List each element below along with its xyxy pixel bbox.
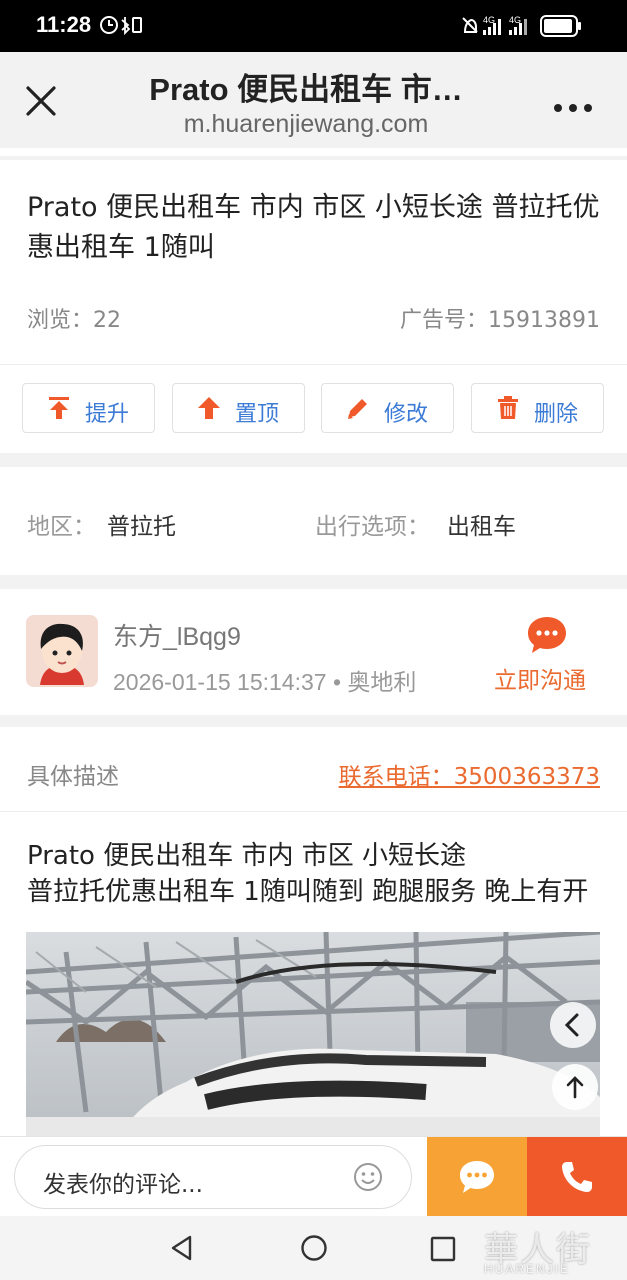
more-options-button[interactable] — [553, 98, 593, 112]
promote-button[interactable]: 提升 — [22, 383, 155, 433]
close-icon — [26, 86, 56, 116]
views-count: 浏览：22 — [27, 302, 121, 334]
signal-battery-icons: 4G 4G — [462, 15, 581, 37]
chat-bubble-icon — [528, 617, 566, 653]
contact-phone-link[interactable]: 联系电话：3500363373 — [339, 757, 600, 791]
emoji-icon[interactable] — [353, 1162, 383, 1192]
chat-now-button[interactable]: 立即沟通 — [494, 615, 600, 695]
divider — [0, 575, 627, 589]
pin-top-label: 置顶 — [235, 402, 280, 427]
chevron-left-icon — [564, 1013, 579, 1037]
delete-button[interactable]: 删除 — [471, 383, 604, 433]
travel-option-value: 出租车 — [447, 514, 516, 540]
browser-header: Prato 便民出租车 市… m.huarenjiewang.com — [0, 52, 627, 148]
status-bar: 11:28 4G 4G — [0, 0, 627, 52]
avatar[interactable] — [26, 615, 98, 687]
home-icon[interactable] — [300, 1234, 328, 1262]
more-dots-icon — [554, 104, 592, 112]
status-right-icons: 4G 4G — [459, 12, 589, 44]
ad-number: 广告号：15913891 — [400, 302, 600, 334]
pin-top-button[interactable]: 置顶 — [172, 383, 305, 433]
watermark-en: HUARENJIE — [484, 1262, 571, 1276]
description-line-1: Prato 便民出租车 市内 市区 小短长途 — [27, 841, 467, 871]
notification-icons — [100, 16, 142, 36]
views-label: 浏览： — [27, 308, 94, 333]
comment-bar: 发表你的评论... — [0, 1136, 627, 1217]
post-content: Prato 便民出租车 市内 市区 小短长途 普拉托优惠出租车 1随叫 浏览：2… — [0, 156, 627, 1136]
scroll-to-top-button[interactable] — [552, 1064, 598, 1110]
call-button[interactable] — [527, 1137, 627, 1217]
close-button[interactable] — [22, 82, 60, 120]
region-label: 地区： — [27, 514, 96, 540]
divider — [0, 453, 627, 467]
system-nav-bar: 華人街 HUARENJIE — [0, 1216, 627, 1280]
description-header: 具体描述 联系电话：3500363373 — [0, 727, 627, 811]
promote-icon — [49, 397, 69, 419]
phone-icon — [562, 1162, 592, 1192]
comment-input[interactable]: 发表你的评论... — [14, 1145, 412, 1209]
page-url: m.huarenjiewang.com — [183, 110, 429, 138]
region-value: 普拉托 — [107, 514, 176, 540]
recent-apps-icon[interactable] — [430, 1236, 456, 1262]
post-title-block: Prato 便民出租车 市内 市区 小短长途 普拉托优惠出租车 1随叫 浏览：2… — [0, 160, 627, 364]
divider — [0, 715, 627, 727]
description-text: Prato 便民出租车 市内 市区 小短长途 普拉托优惠出租车 1随叫随到 跑腿… — [0, 812, 627, 948]
carport-car-photo — [26, 932, 600, 1136]
promote-label: 提升 — [85, 402, 130, 427]
ad-number-label: 广告号： — [400, 308, 489, 333]
edit-button[interactable]: 修改 — [321, 383, 454, 433]
edit-icon — [348, 399, 367, 419]
chat-now-label: 立即沟通 — [494, 668, 586, 694]
page-title: Prato 便民出租车 市… — [149, 72, 463, 107]
chat-bubble-icon — [460, 1161, 494, 1193]
status-left-icons — [100, 14, 144, 40]
poster-name[interactable]: 东方_lBqg9 — [113, 617, 241, 653]
delete-label: 删除 — [534, 402, 579, 427]
watermark-logo: 華人街 HUARENJIE — [478, 1222, 618, 1278]
previous-image-button[interactable] — [550, 1002, 596, 1048]
description-line-2: 普拉托优惠出租车 1随叫随到 跑腿服务 晚上有开 — [27, 877, 589, 907]
ad-number-value: 15913891 — [488, 308, 600, 333]
arrow-up-icon — [566, 1076, 584, 1099]
pin-top-icon — [198, 397, 220, 419]
description-photo[interactable] — [26, 932, 600, 1136]
travel-option-label: 出行选项： — [315, 514, 430, 540]
back-icon[interactable] — [168, 1234, 196, 1262]
status-time: 11:28 — [36, 12, 92, 37]
avatar-cartoon-icon — [26, 615, 98, 687]
message-button[interactable] — [427, 1137, 527, 1217]
comment-placeholder: 发表你的评论... — [43, 1172, 203, 1198]
post-meta: 浏览：22 广告号：15913891 — [27, 302, 600, 334]
trash-icon — [498, 396, 518, 419]
post-datetime-location: 2026-01-15 15:14:37 • 奥地利 — [113, 669, 417, 695]
views-value: 22 — [93, 308, 122, 333]
post-title: Prato 便民出租车 市内 市区 小短长途 普拉托优惠出租车 1随叫 — [27, 192, 600, 263]
edit-label: 修改 — [384, 402, 429, 427]
description-heading: 具体描述 — [27, 764, 119, 790]
poster-info: 东方_lBqg9 2026-01-15 15:14:37 • 奥地利 立即沟通 — [0, 589, 627, 715]
post-attributes: 地区： 普拉托 出行选项： 出租车 — [0, 467, 627, 575]
post-actions: 提升 置顶 修改 删除 — [0, 365, 627, 453]
